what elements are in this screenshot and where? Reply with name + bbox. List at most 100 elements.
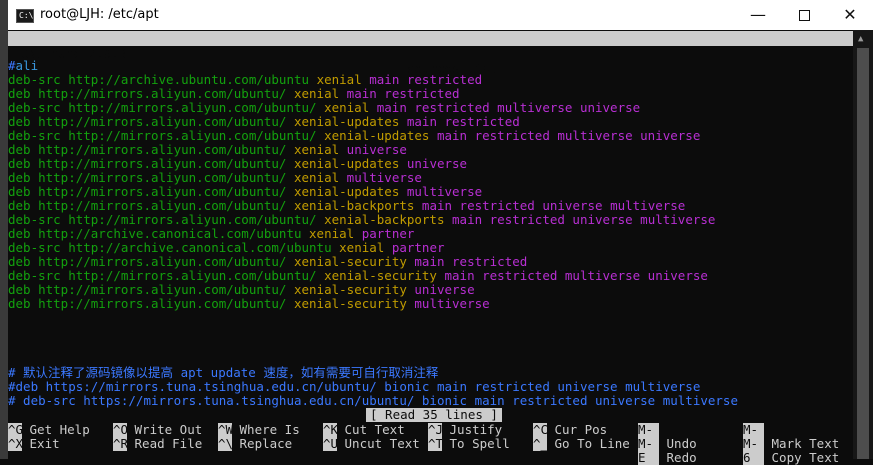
text-segment: xenial-updates <box>293 184 400 199</box>
text-segment: xenial-security <box>293 296 407 311</box>
minimize-button[interactable]: — <box>735 0 781 30</box>
text-segment: deb http://mirrors.aliyun.com/ubuntu/ <box>8 86 294 101</box>
shortcut-key: ^X <box>8 436 24 451</box>
text-line: deb http://mirrors.aliyun.com/ubuntu/ xe… <box>8 87 460 101</box>
text-line: deb http://mirrors.aliyun.com/ubuntu/ xe… <box>8 143 407 157</box>
text-segment: main restricted multiverse universe <box>436 268 708 283</box>
text-segment: xenial-security <box>293 282 407 297</box>
shortcut-item: ^\ Replace <box>218 437 292 451</box>
text-line: deb http://archive.canonical.com/ubuntu … <box>8 227 414 241</box>
scroll-up-arrow-icon[interactable]: ▲ <box>858 34 863 44</box>
text-segment: deb-src http://archive.ubuntu.com/ubuntu <box>8 72 317 87</box>
text-line: # deb-src https://mirrors.tuna.tsinghua.… <box>8 394 738 408</box>
shortcut-key: ^K <box>323 422 339 437</box>
shortcut-row-1: ^G Get Help ^O Write Out ^W Where Is ^K Cut… <box>8 422 853 451</box>
text-segment: deb-src http://mirrors.aliyun.com/ubuntu… <box>8 212 325 227</box>
text-segment: xenial <box>316 72 362 87</box>
shortcut-item: ^G Get Help <box>8 423 90 437</box>
shortcut-key: ^J <box>428 422 444 437</box>
text-segment: deb http://mirrors.aliyun.com/ubuntu/ <box>8 156 294 171</box>
shortcut-label: Cut Text <box>337 422 405 437</box>
text-line: deb-src http://mirrors.aliyun.com/ubuntu… <box>8 213 715 227</box>
shortcut-key: ^W <box>218 422 234 437</box>
shortcut-item: ^U Uncut Text <box>323 437 420 451</box>
text-segment: multiverse <box>399 184 483 199</box>
text-segment: deb-src http://mirrors.aliyun.com/ubuntu… <box>8 268 325 283</box>
shortcut-row-2: ^X Exit ^R Read File ^\ Replace ^U Uncut Te… <box>8 436 853 465</box>
shortcut-item: ^O Write Out <box>113 423 202 437</box>
text-segment: xenial-updates <box>293 156 400 171</box>
text-segment: xenial-updates <box>324 128 430 143</box>
shortcut-label: Redo <box>659 450 697 465</box>
text-segment: main restricted <box>399 114 520 129</box>
shortcut-label: Where Is <box>232 422 300 437</box>
text-segment: deb http://mirrors.aliyun.com/ubuntu/ <box>8 184 294 199</box>
text-segment: partner <box>384 240 445 255</box>
text-segment: #deb https://mirrors.tuna.tsinghua.edu.c… <box>8 379 701 394</box>
shortcut-key: M-E <box>638 437 659 465</box>
text-segment: deb-src http://mirrors.aliyun.com/ubuntu… <box>8 100 325 115</box>
shortcut-label: Uncut Text <box>337 436 420 451</box>
shortcut-item: M-6 Copy Text <box>743 437 839 465</box>
text-line: deb http://mirrors.aliyun.com/ubuntu/ xe… <box>8 297 490 311</box>
shortcut-key: ^U <box>323 436 339 451</box>
text-segment: deb http://mirrors.aliyun.com/ubuntu/ <box>8 254 294 269</box>
text-line: #ali <box>8 59 38 73</box>
text-segment: universe <box>339 142 407 157</box>
text-segment: universe <box>406 282 475 297</box>
text-segment: main restricted universe multiverse <box>444 212 716 227</box>
shortcut-label: Write Out <box>127 422 203 437</box>
shortcut-key: ^_ <box>533 436 549 451</box>
text-segment: xenial-backports <box>293 198 415 213</box>
shortcut-item: ^_ Go To Line <box>533 437 630 451</box>
text-segment: main restricted <box>339 86 460 101</box>
text-segment: xenial <box>309 226 355 241</box>
maximize-button[interactable] <box>781 0 827 30</box>
text-line: deb http://mirrors.aliyun.com/ubuntu/ xe… <box>8 185 482 199</box>
text-segment: main restricted <box>361 72 483 87</box>
text-line: deb http://mirrors.aliyun.com/ubuntu/ xe… <box>8 157 467 171</box>
shortcut-label: Justify <box>442 422 503 437</box>
background-window-edge <box>0 0 8 459</box>
text-segment: deb http://mirrors.aliyun.com/ubuntu/ <box>8 142 294 157</box>
text-segment: partner <box>354 226 415 241</box>
terminal-icon: C:\ <box>16 9 34 23</box>
text-line: deb http://mirrors.aliyun.com/ubuntu/ xe… <box>8 171 422 185</box>
text-segment: xenial <box>324 100 370 115</box>
close-button[interactable]: ✕ <box>827 0 873 30</box>
text-segment: xenial <box>293 142 340 157</box>
shortcut-label: Cur Pos <box>547 422 608 437</box>
shortcut-label: Go To Line <box>547 436 630 451</box>
window-title: root@LJH: /etc/apt <box>40 7 159 22</box>
text-segment: xenial-backports <box>324 212 445 227</box>
text-segment: # <box>8 58 16 73</box>
status-message: [ Read 35 lines ] <box>366 408 502 422</box>
vertical-scrollbar[interactable]: ▲ <box>853 30 873 459</box>
shortcut-label: Copy Text <box>764 450 840 465</box>
text-line: #deb https://mirrors.tuna.tsinghua.edu.c… <box>8 380 700 394</box>
shortcut-item: ^W Where Is <box>218 423 300 437</box>
text-segment: xenial <box>339 240 385 255</box>
text-segment: main restricted universe multiverse <box>414 198 686 213</box>
shortcut-key: ^R <box>113 436 129 451</box>
text-segment: universe <box>399 156 468 171</box>
text-segment: deb-src http://mirrors.aliyun.com/ubuntu… <box>8 128 325 143</box>
shortcut-label: Replace <box>232 436 293 451</box>
text-line: deb http://mirrors.aliyun.com/ubuntu/ xe… <box>8 115 520 129</box>
text-segment: main restricted multiverse universe <box>429 128 701 143</box>
text-segment: deb http://archive.canonical.com/ubuntu <box>8 226 310 241</box>
text-line: deb-src http://mirrors.aliyun.com/ubuntu… <box>8 101 640 115</box>
text-line: deb http://mirrors.aliyun.com/ubuntu/ xe… <box>8 199 685 213</box>
shortcut-key: M-6 <box>743 437 764 465</box>
text-line: deb-src http://archive.ubuntu.com/ubuntu… <box>8 73 482 87</box>
terminal-area[interactable]: GNU nano 2.9.3 sources.list #ali deb-src … <box>8 30 853 465</box>
shortcut-key: ^T <box>428 436 444 451</box>
shortcut-label: Get Help <box>22 422 90 437</box>
window-titlebar[interactable]: C:\ root@LJH: /etc/apt — ✕ <box>8 0 873 31</box>
nano-header: GNU nano 2.9.3 sources.list <box>8 31 853 76</box>
shortcut-label: Read File <box>127 436 203 451</box>
scrollbar-thumb[interactable] <box>857 48 869 459</box>
text-segment: xenial-security <box>293 254 407 269</box>
text-line: # 默认注释了源码镜像以提高 apt update 速度，如有需要可自行取消注释 <box>8 366 438 380</box>
shortcut-item: ^C Cur Pos <box>533 423 607 437</box>
